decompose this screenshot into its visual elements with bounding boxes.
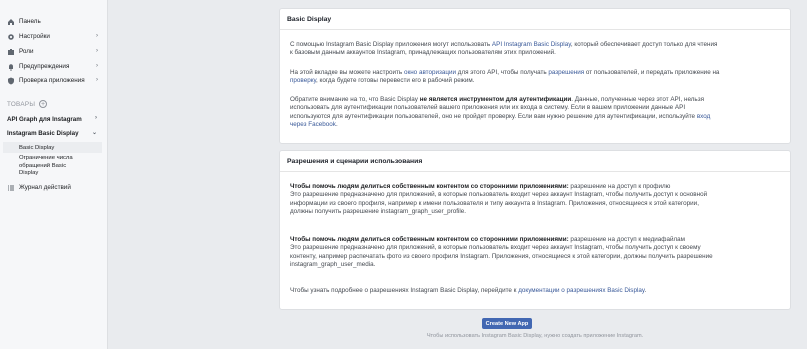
card-title: Разрешения и сценарии использования [280,151,790,172]
home-icon [7,18,15,26]
gear-icon [7,33,15,41]
sidebar-item-settings[interactable]: Настройки › [0,30,108,43]
chevron-right-icon: › [96,48,98,54]
sidebar-item-instagram-basic-display[interactable]: Instagram Basic Display ⌄ [7,130,102,137]
create-new-app-button[interactable]: Create New App [482,318,532,329]
sidebar-item-alerts[interactable]: Предупреждения › [0,60,108,73]
sidebar-item-label: Предупреждения [19,63,70,70]
sidebar-item-rate-limits[interactable]: Ограничение числа обращений Basic Displa… [3,155,102,178]
sidebar-item-app-review[interactable]: Проверка приложения › [0,74,108,87]
permissions-link[interactable]: разрешения [548,69,584,76]
sidebar-item-label: Роли [19,48,34,55]
products-section-title: ТОВАРЫ + [7,100,48,108]
chevron-right-icon: › [96,33,98,39]
auth-warning-paragraph: Обратите внимание на то, что Basic Displ… [290,96,711,129]
card-title: Basic Display [280,9,790,30]
basic-display-card: Basic Display С помощью Instagram Basic … [279,8,791,144]
sidebar: Панель Настройки › Роли › Предупреждения… [0,0,108,349]
footer-note: Чтобы использовать Instagram Basic Displ… [426,333,644,339]
chevron-down-icon: ⌄ [91,130,97,136]
intro-paragraph: С помощью Instagram Basic Display прилож… [290,41,718,57]
profile-permission-block: Чтобы помочь людям делиться собственным … [290,183,708,216]
shield-icon [7,77,15,85]
roles-icon [7,48,15,56]
auth-window-link[interactable]: окно авторизации [404,69,456,76]
chevron-right-icon: › [96,77,98,83]
chevron-right-icon: › [96,63,98,69]
api-docs-link[interactable]: API Instagram Basic Display [492,41,571,48]
sidebar-item-basic-display[interactable]: Basic Display [3,142,102,153]
setup-paragraph: На этой вкладке вы можете настроить окно… [290,69,720,85]
sidebar-item-activity-log[interactable]: Журнал действий [0,181,108,194]
sidebar-item-instagram-graph-api[interactable]: API Graph для Instagram › [7,115,102,123]
chevron-right-icon: › [95,115,97,121]
permissions-docs-link[interactable]: документации о разрешениях Basic Display [518,287,644,294]
sidebar-item-label: Проверка приложения [19,77,85,84]
sidebar-item-label: Журнал действий [19,184,71,191]
sidebar-item-label: Настройки [19,33,50,40]
list-icon [7,184,15,192]
bell-icon [7,63,15,71]
review-link[interactable]: проверку [290,77,316,84]
permissions-docs-paragraph: Чтобы узнать подробнее о разрешениях Ins… [290,287,647,294]
sidebar-item-label: Панель [19,18,41,25]
media-permission-block: Чтобы помочь людям делиться собственным … [290,236,713,269]
sidebar-item-roles[interactable]: Роли › [0,45,108,58]
add-product-icon[interactable]: + [39,100,48,108]
sidebar-item-dashboard[interactable]: Панель [0,15,108,28]
permissions-card: Разрешения и сценарии использования Чтоб… [279,150,791,310]
